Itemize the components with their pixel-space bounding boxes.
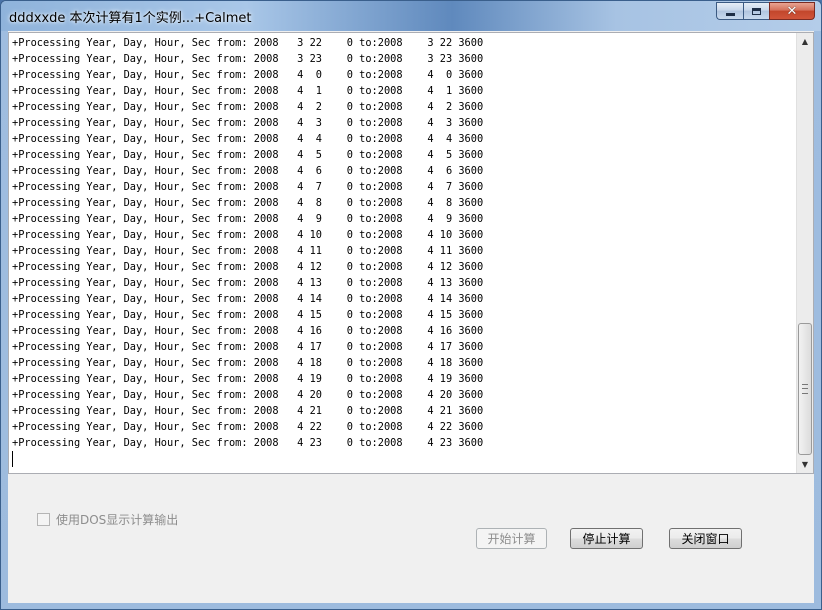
log-line: +Processing Year, Day, Hour, Sec from: 2… xyxy=(12,277,484,289)
log-line: +Processing Year, Day, Hour, Sec from: 2… xyxy=(12,165,484,177)
text-caret xyxy=(12,451,13,467)
log-line: +Processing Year, Day, Hour, Sec from: 2… xyxy=(12,341,484,353)
close-icon: ✕ xyxy=(786,3,798,19)
window-title: dddxxde 本次计算有1个实例...+Calmet xyxy=(9,11,252,26)
log-line: +Processing Year, Day, Hour, Sec from: 2… xyxy=(12,117,484,129)
scroll-down-button[interactable]: ▼ xyxy=(797,456,813,473)
log-line: +Processing Year, Day, Hour, Sec from: 2… xyxy=(12,53,484,65)
minimize-button[interactable] xyxy=(716,2,743,20)
log-line: +Processing Year, Day, Hour, Sec from: 2… xyxy=(12,293,484,305)
log-line: +Processing Year, Day, Hour, Sec from: 2… xyxy=(12,261,484,273)
log-line: +Processing Year, Day, Hour, Sec from: 2… xyxy=(12,101,484,113)
start-calculation-button[interactable]: 开始计算 xyxy=(476,528,547,549)
log-line: +Processing Year, Day, Hour, Sec from: 2… xyxy=(12,325,484,337)
log-line: +Processing Year, Day, Hour, Sec from: 2… xyxy=(12,357,484,369)
log-line: +Processing Year, Day, Hour, Sec from: 2… xyxy=(12,213,484,225)
maximize-icon xyxy=(752,7,761,15)
log-line: +Processing Year, Day, Hour, Sec from: 2… xyxy=(12,133,484,145)
close-dialog-button[interactable]: 关闭窗口 xyxy=(669,528,742,549)
dos-output-checkbox[interactable]: 使用DOS显示计算输出 xyxy=(37,511,178,528)
log-line: +Processing Year, Day, Hour, Sec from: 2… xyxy=(12,389,484,401)
maximize-button[interactable] xyxy=(743,2,769,20)
vertical-scrollbar[interactable]: ▲ ▼ xyxy=(796,33,813,473)
log-line: +Processing Year, Day, Hour, Sec from: 2… xyxy=(12,245,484,257)
scroll-up-button[interactable]: ▲ xyxy=(797,33,813,50)
log-line: +Processing Year, Day, Hour, Sec from: 2… xyxy=(12,437,484,449)
log-line: +Processing Year, Day, Hour, Sec from: 2… xyxy=(12,69,484,81)
grip-icon xyxy=(802,384,808,394)
log-line: +Processing Year, Day, Hour, Sec from: 2… xyxy=(12,37,484,49)
scroll-down-icon: ▼ xyxy=(801,460,809,469)
checkbox-box[interactable] xyxy=(37,513,50,526)
stop-calculation-button[interactable]: 停止计算 xyxy=(570,528,643,549)
log-line: +Processing Year, Day, Hour, Sec from: 2… xyxy=(12,85,484,97)
log-line: +Processing Year, Day, Hour, Sec from: 2… xyxy=(12,181,484,193)
log-line: +Processing Year, Day, Hour, Sec from: 2… xyxy=(12,421,484,433)
dialog-body: +Processing Year, Day, Hour, Sec from: 2… xyxy=(8,31,814,603)
close-window-button[interactable]: ✕ xyxy=(769,2,815,20)
output-log-textarea[interactable]: +Processing Year, Day, Hour, Sec from: 2… xyxy=(8,32,814,474)
minimize-icon xyxy=(725,12,735,16)
log-line: +Processing Year, Day, Hour, Sec from: 2… xyxy=(12,229,484,241)
scrollbar-thumb[interactable] xyxy=(798,323,812,455)
log-line: +Processing Year, Day, Hour, Sec from: 2… xyxy=(12,309,484,321)
log-line: +Processing Year, Day, Hour, Sec from: 2… xyxy=(12,405,484,417)
log-line: +Processing Year, Day, Hour, Sec from: 2… xyxy=(12,197,484,209)
title-bar[interactable]: dddxxde 本次计算有1个实例...+Calmet ✕ xyxy=(1,1,821,31)
log-line: +Processing Year, Day, Hour, Sec from: 2… xyxy=(12,149,484,161)
app-window: dddxxde 本次计算有1个实例...+Calmet ✕ +Processin… xyxy=(0,0,822,610)
scroll-up-icon: ▲ xyxy=(801,37,809,46)
window-controls: ✕ xyxy=(716,2,815,20)
log-line: +Processing Year, Day, Hour, Sec from: 2… xyxy=(12,373,484,385)
dos-output-label: 使用DOS显示计算输出 xyxy=(56,513,179,527)
output-log-lines: +Processing Year, Day, Hour, Sec from: 2… xyxy=(12,35,792,471)
